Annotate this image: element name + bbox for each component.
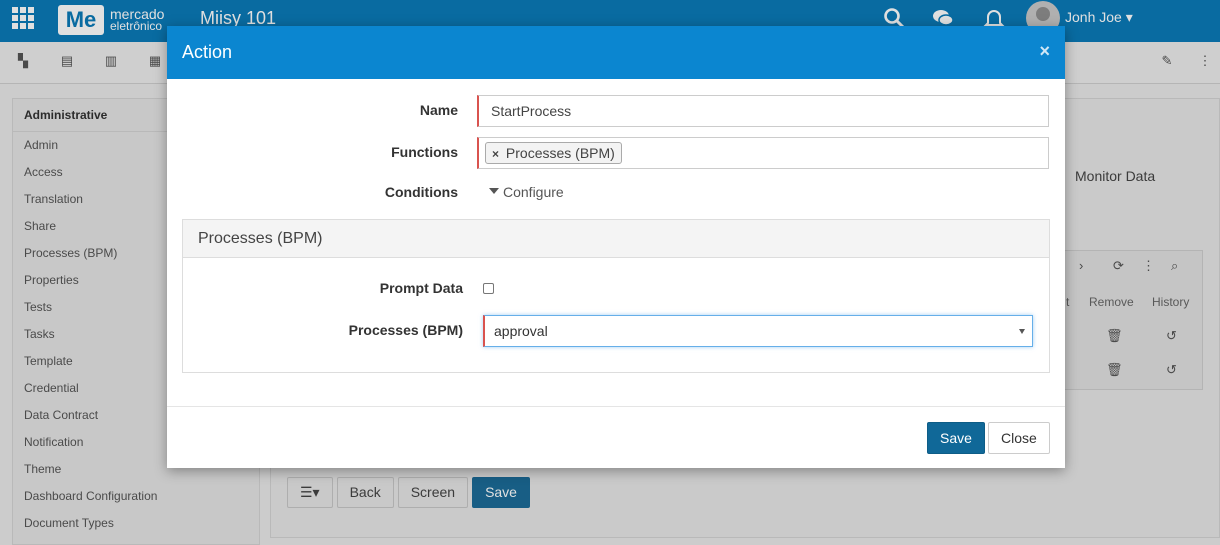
configure-link[interactable]: Configure (489, 184, 564, 200)
modal-header: Action × (167, 26, 1065, 79)
functions-label: Functions (391, 144, 458, 160)
processes-bpm-value: approval (494, 323, 548, 339)
functions-tag-label: Processes (BPM) (505, 145, 615, 161)
modal-footer: Save Close (167, 406, 1065, 468)
processes-bpm-label: Processes (BPM) (348, 322, 463, 338)
action-modal: Action × Name StartProcess Functions × P… (167, 26, 1065, 468)
configure-label: Configure (503, 184, 564, 200)
conditions-label: Conditions (384, 184, 458, 200)
prompt-data-label: Prompt Data (379, 280, 463, 296)
functions-tag: × Processes (BPM) (485, 142, 622, 164)
close-button[interactable]: Close (988, 422, 1050, 454)
name-field[interactable]: StartProcess (477, 95, 1049, 127)
close-icon[interactable]: × (1039, 41, 1050, 62)
save-button[interactable]: Save (927, 422, 985, 454)
filter-icon (489, 188, 499, 195)
processes-bpm-select[interactable]: approval (483, 315, 1033, 347)
tag-remove-icon[interactable]: × (492, 147, 499, 161)
caret-down-icon (1019, 329, 1025, 334)
name-label: Name (419, 102, 458, 118)
bpm-panel-title: Processes (BPM) (183, 220, 1049, 258)
functions-field[interactable]: × Processes (BPM) (477, 137, 1049, 169)
bpm-panel: Processes (BPM) Prompt Data Processes (B… (182, 219, 1050, 373)
prompt-data-checkbox[interactable] (483, 283, 494, 294)
modal-title: Action (182, 42, 233, 62)
